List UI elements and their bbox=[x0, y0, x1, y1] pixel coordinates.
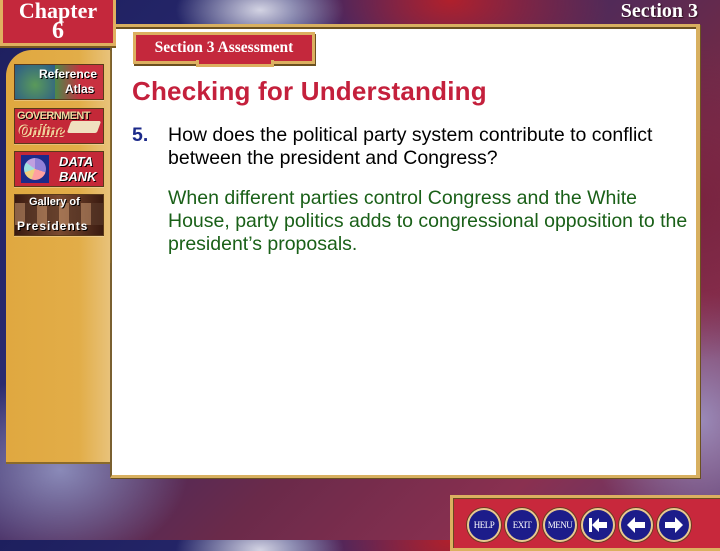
reference-atlas-label-1: Reference bbox=[39, 67, 98, 81]
first-slide-button[interactable] bbox=[581, 508, 615, 542]
government-online-button[interactable]: GOVERNMENT Online bbox=[14, 108, 104, 144]
pie-chart-icon bbox=[21, 155, 49, 183]
exit-button[interactable]: EXIT bbox=[505, 508, 539, 542]
question-number: 5. bbox=[132, 124, 149, 146]
chapter-badge: Chapter 6 bbox=[0, 0, 116, 46]
question-text: How does the political party system cont… bbox=[168, 124, 653, 169]
previous-arrow-icon bbox=[627, 517, 645, 533]
first-slide-icon bbox=[589, 518, 607, 532]
previous-button[interactable] bbox=[619, 508, 653, 542]
sidebar-panel-lower bbox=[6, 262, 110, 464]
assessment-tab: Section 3 Assessment bbox=[133, 32, 315, 67]
book-mouse-icon bbox=[66, 121, 102, 133]
page-title: Checking for Understanding bbox=[132, 76, 487, 106]
next-button[interactable] bbox=[657, 508, 691, 542]
answer-text: When different parties control Congress … bbox=[168, 187, 688, 255]
gallery-label-1: Gallery of bbox=[29, 196, 80, 208]
reference-atlas-button[interactable]: Reference Atlas bbox=[14, 64, 104, 100]
chapter-number: 6 bbox=[52, 18, 64, 44]
data-bank-label-1: DATA bbox=[59, 154, 94, 169]
next-arrow-icon bbox=[665, 517, 683, 533]
gallery-label-2: Presidents bbox=[17, 219, 89, 233]
data-bank-label-2: BANK bbox=[59, 169, 97, 184]
menu-button[interactable]: MENU bbox=[543, 508, 577, 542]
help-button[interactable]: HELP bbox=[467, 508, 501, 542]
government-online-label-2: Online bbox=[19, 123, 65, 140]
gallery-of-presidents-button[interactable]: Gallery of Presidents bbox=[14, 194, 104, 236]
section-label: Section 3 bbox=[620, 0, 698, 22]
navigation-bar: HELP EXIT MENU bbox=[450, 495, 720, 551]
data-bank-button[interactable]: DATA BANK bbox=[14, 151, 104, 187]
reference-atlas-label-2: Atlas bbox=[65, 82, 95, 96]
